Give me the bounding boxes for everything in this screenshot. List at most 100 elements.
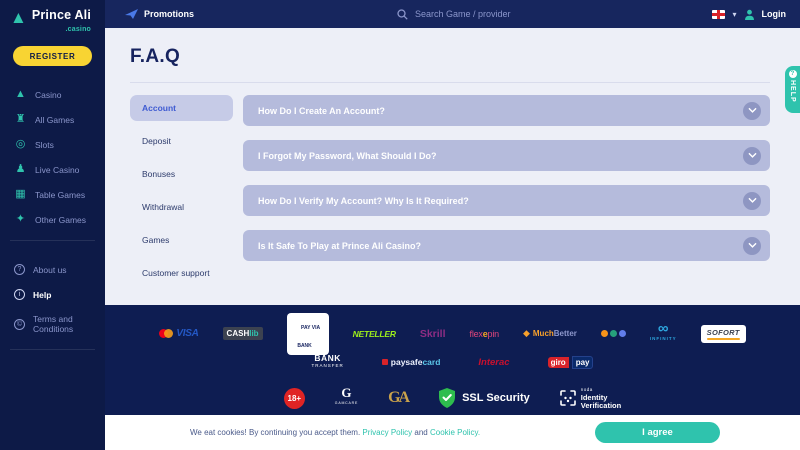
page-title: F.A.Q [130, 46, 770, 68]
sidebar-item-table-games[interactable]: ▦ Table Games [0, 182, 105, 207]
help-floating-tab[interactable]: ? HELP [785, 66, 800, 113]
title-divider [130, 82, 770, 83]
faq-question: How Do I Create An Account? [258, 106, 385, 116]
faq-item[interactable]: I Forgot My Password, What Should I Do? [243, 140, 770, 171]
faq-question: I Forgot My Password, What Should I Do? [258, 151, 437, 161]
language-flag-icon[interactable] [712, 10, 725, 19]
tab-games[interactable]: Games [130, 227, 233, 253]
sofort-label: SOFORT [707, 328, 740, 337]
sidebar-item-slots[interactable]: ◎ Slots [0, 132, 105, 157]
sidebar-item-casino[interactable]: ▲ Casino [0, 82, 105, 107]
footer: VISA CASHlib PAY VIA BANK NETELLER Skril… [105, 305, 800, 415]
paysafe-card-label: card [422, 357, 440, 367]
faq-category-tabs: Account Deposit Bonuses Withdrawal Games… [130, 95, 233, 293]
info-circle-icon: i [14, 289, 25, 300]
brand-logo-icon: ▲ [10, 9, 27, 26]
expand-chevron-button[interactable] [743, 192, 761, 210]
privacy-policy-link[interactable]: Privacy Policy [362, 428, 412, 437]
muchbetter-label: Much [533, 329, 554, 338]
gamblers-anonymous-badge[interactable]: GA [388, 389, 408, 407]
gamcare-badge[interactable]: G GAMCARE [335, 388, 358, 408]
dealer-icon: ♟ [14, 164, 27, 175]
infinity-icon: ∞ [658, 324, 669, 334]
faq-list: How Do I Create An Account? I Forgot My … [243, 95, 770, 293]
cashlib-logo: CASHlib [223, 327, 263, 340]
sidebar-item-about-us[interactable]: ? About us [0, 257, 105, 282]
sidebar-item-label: Casino [35, 90, 61, 100]
tab-withdrawal[interactable]: Withdrawal [130, 194, 233, 220]
scan-frame-icon [560, 390, 576, 406]
identity-verification-badge: noda Identity Verification [560, 386, 621, 410]
sidebar-item-label: Other Games [35, 215, 86, 225]
sidebar-item-help[interactable]: i Help [0, 282, 105, 307]
skrill-logo: Skrill [420, 328, 446, 340]
faq-layout: Account Deposit Bonuses Withdrawal Games… [130, 95, 770, 293]
infinity-logo: ∞ INFINITY [650, 324, 677, 344]
tab-bonuses[interactable]: Bonuses [130, 161, 233, 187]
sidebar-item-live-casino[interactable]: ♟ Live Casino [0, 157, 105, 182]
cookie-message: We eat cookies! By continuing you accept… [190, 428, 480, 437]
age-18-badge: 18+ [284, 388, 305, 409]
page: ▲ Prince Ali .casino REGISTER ▲ Casino ♜… [0, 0, 800, 450]
visa-label: VISA [176, 328, 198, 339]
expand-chevron-button[interactable] [743, 237, 761, 255]
card-circles-icon [159, 329, 173, 338]
giro-label: giro [548, 357, 569, 368]
login-person-icon [744, 9, 755, 20]
faq-question: How Do I Verify My Account? Why Is It Re… [258, 196, 469, 206]
sidebar-item-all-games[interactable]: ♜ All Games [0, 107, 105, 132]
identity-label: noda Identity Verification [581, 386, 621, 410]
muchbetter-label2: Better [554, 329, 577, 338]
cookie-text: We eat cookies! By continuing you accept… [190, 428, 362, 437]
faq-item[interactable]: How Do I Verify My Account? Why Is It Re… [243, 185, 770, 216]
chevron-down-icon [748, 106, 757, 115]
flexepin-label: flex [470, 329, 483, 339]
login-button[interactable]: Login [762, 9, 787, 19]
genie-lamp-icon: ✦ [14, 214, 27, 225]
promotions-link[interactable]: Promotions [125, 9, 194, 19]
sidebar-item-label: About us [33, 265, 67, 275]
sidebar-item-label: All Games [35, 115, 74, 125]
expand-chevron-button[interactable] [743, 102, 761, 120]
cookie-policy-link[interactable]: Cookie Policy. [430, 428, 480, 437]
brand-logo[interactable]: ▲ Prince Ali .casino [0, 0, 105, 36]
chevron-down-icon [748, 196, 757, 205]
slots-icon: ◎ [14, 139, 27, 150]
bank-transfer-label1: BANK [312, 354, 344, 362]
crypto-coins-icon [601, 330, 626, 337]
cookie-consent-bar: We eat cookies! By continuing you accept… [105, 415, 800, 450]
brand-name-text: Prince Ali [32, 8, 91, 22]
infinity-label: INFINITY [650, 334, 677, 344]
register-button[interactable]: REGISTER [13, 46, 92, 66]
casino-icon: ▲ [14, 89, 27, 100]
tab-account[interactable]: Account [130, 95, 233, 121]
muchbetter-icon: ◆ [523, 328, 530, 339]
topbar-right: ▾ Login [712, 9, 786, 20]
cashlib-label: CASH [227, 329, 250, 338]
sidebar-item-other-games[interactable]: ✦ Other Games [0, 207, 105, 232]
gamcare-label: GAMCARE [335, 398, 358, 408]
sidebar-item-label: Table Games [35, 190, 85, 200]
main-content: F.A.Q Account Deposit Bonuses Withdrawal… [105, 28, 800, 305]
sidebar-item-terms[interactable]: © Terms and Conditions [0, 307, 105, 341]
tab-customer-support[interactable]: Customer support [130, 260, 233, 286]
identity-line2: Verification [581, 402, 621, 410]
topbar: Promotions ▾ Login [105, 0, 800, 28]
cookie-agree-button[interactable]: I agree [595, 422, 720, 443]
language-chevron-down-icon[interactable]: ▾ [732, 10, 736, 19]
bank-transfer-label2: TRANSFER [312, 362, 344, 370]
neteller-logo: NETELLER [353, 329, 396, 339]
expand-chevron-button[interactable] [743, 147, 761, 165]
ssl-label: SSL Security [462, 392, 530, 404]
visa-logo: VISA [159, 328, 198, 339]
faq-question: Is It Safe To Play at Prince Ali Casino? [258, 241, 421, 251]
sidebar-item-label: Live Casino [35, 165, 79, 175]
paysafe-label: paysafe [391, 357, 423, 367]
help-tab-label: HELP [789, 80, 796, 103]
tab-deposit[interactable]: Deposit [130, 128, 233, 154]
pay-via-label: PAY VIA [301, 325, 320, 331]
search-input[interactable] [415, 9, 585, 19]
faq-item[interactable]: Is It Safe To Play at Prince Ali Casino? [243, 230, 770, 261]
faq-item[interactable]: How Do I Create An Account? [243, 95, 770, 126]
flexepin-logo: flexepin [470, 329, 499, 339]
